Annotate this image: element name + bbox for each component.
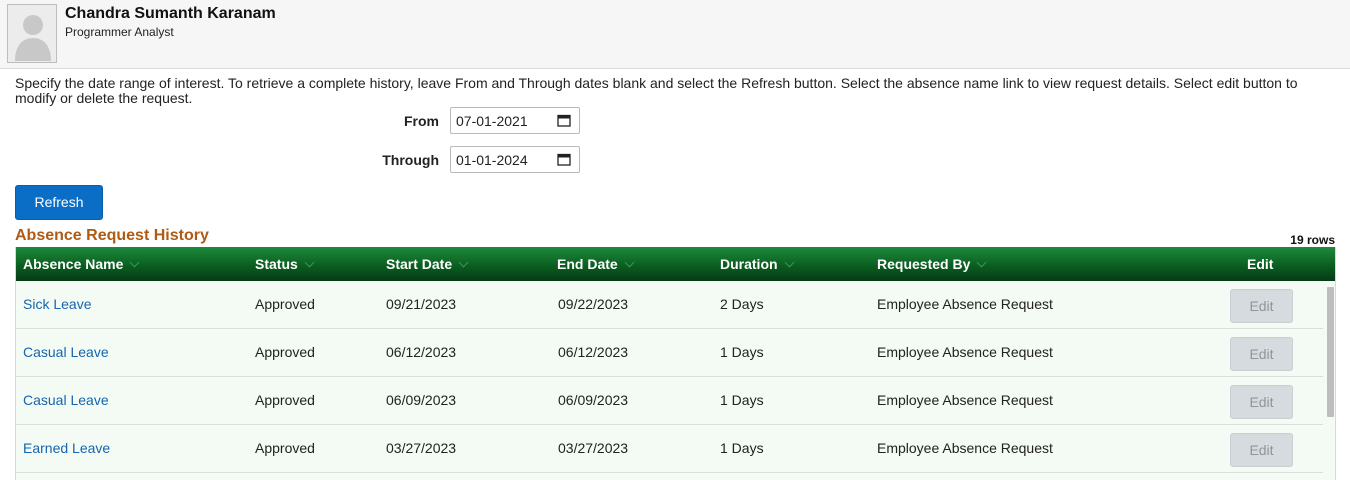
status-cell: Approved bbox=[255, 296, 315, 312]
absence-name-link[interactable]: Casual Leave bbox=[23, 344, 109, 360]
avatar bbox=[7, 4, 57, 63]
from-date-input[interactable]: 07-01-2021 bbox=[450, 107, 580, 134]
employee-job-title: Programmer Analyst bbox=[65, 25, 174, 39]
start-date-cell: 09/21/2023 bbox=[386, 296, 457, 312]
from-date-value: 07-01-2021 bbox=[456, 113, 528, 129]
sort-chevron-icon bbox=[458, 257, 469, 268]
column-header-duration[interactable]: Duration bbox=[720, 256, 795, 272]
refresh-button[interactable]: Refresh bbox=[15, 185, 103, 220]
end-date-cell: 06/09/2023 bbox=[558, 392, 629, 408]
sort-chevron-icon bbox=[624, 257, 635, 268]
requested-by-cell: Employee Absence Request bbox=[877, 296, 1053, 312]
sort-chevron-icon bbox=[976, 257, 987, 268]
status-cell: Approved bbox=[255, 440, 315, 456]
edit-button[interactable]: Edit bbox=[1230, 337, 1293, 371]
absence-history-grid: Absence Name Status Start Date End Date … bbox=[15, 247, 1336, 480]
through-label: Through bbox=[382, 152, 439, 168]
column-header-end-date[interactable]: End Date bbox=[557, 256, 635, 272]
edit-button[interactable]: Edit bbox=[1230, 433, 1293, 467]
duration-cell: 1 Days bbox=[720, 440, 764, 456]
section-title: Absence Request History bbox=[15, 227, 209, 244]
column-header-edit: Edit bbox=[1247, 256, 1274, 272]
employee-header: Chandra Sumanth Karanam Programmer Analy… bbox=[0, 0, 1350, 69]
requested-by-cell: Employee Absence Request bbox=[877, 440, 1053, 456]
start-date-cell: 06/12/2023 bbox=[386, 344, 457, 360]
status-cell: Approved bbox=[255, 344, 315, 360]
person-icon bbox=[15, 15, 51, 61]
end-date-cell: 09/22/2023 bbox=[558, 296, 629, 312]
duration-cell: 1 Days bbox=[720, 392, 764, 408]
employee-name: Chandra Sumanth Karanam bbox=[65, 5, 276, 22]
column-header-absence-name[interactable]: Absence Name bbox=[23, 256, 140, 272]
status-cell: Approved bbox=[255, 392, 315, 408]
table-row: Casual Leave Approved 06/12/2023 06/12/2… bbox=[16, 329, 1323, 377]
sort-chevron-icon bbox=[129, 257, 140, 268]
through-date-value: 01-01-2024 bbox=[456, 152, 528, 168]
sort-chevron-icon bbox=[784, 257, 795, 268]
row-count: 19 rows bbox=[1290, 233, 1335, 247]
table-row: Sick Leave Approved 09/21/2023 09/22/202… bbox=[16, 281, 1323, 329]
grid-body: Sick Leave Approved 09/21/2023 09/22/202… bbox=[16, 281, 1323, 480]
end-date-cell: 03/27/2023 bbox=[558, 440, 629, 456]
column-header-requested-by[interactable]: Requested By bbox=[877, 256, 987, 272]
sort-chevron-icon bbox=[304, 257, 315, 268]
absence-name-link[interactable]: Earned Leave bbox=[23, 440, 110, 456]
calendar-icon[interactable] bbox=[557, 153, 571, 166]
grid-header: Absence Name Status Start Date End Date … bbox=[16, 247, 1335, 281]
start-date-cell: 03/27/2023 bbox=[386, 440, 457, 456]
instructions-text: Specify the date range of interest. To r… bbox=[15, 75, 1298, 106]
end-date-cell: 06/12/2023 bbox=[558, 344, 629, 360]
duration-cell: 2 Days bbox=[720, 296, 764, 312]
absence-name-link[interactable]: Casual Leave bbox=[23, 392, 109, 408]
absence-name-link[interactable]: Sick Leave bbox=[23, 296, 91, 312]
edit-button[interactable]: Edit bbox=[1230, 289, 1293, 323]
table-row: Casual Leave Approved 06/09/2023 06/09/2… bbox=[16, 377, 1323, 425]
table-row: Earned Leave Approved 03/27/2023 03/27/2… bbox=[16, 425, 1323, 473]
vertical-scrollbar[interactable] bbox=[1323, 281, 1335, 480]
calendar-icon[interactable] bbox=[557, 114, 571, 127]
through-date-input[interactable]: 01-01-2024 bbox=[450, 146, 580, 173]
duration-cell: 1 Days bbox=[720, 344, 764, 360]
from-label: From bbox=[404, 113, 439, 129]
edit-button[interactable]: Edit bbox=[1230, 385, 1293, 419]
column-header-status[interactable]: Status bbox=[255, 256, 315, 272]
start-date-cell: 06/09/2023 bbox=[386, 392, 457, 408]
requested-by-cell: Employee Absence Request bbox=[877, 392, 1053, 408]
requested-by-cell: Employee Absence Request bbox=[877, 344, 1053, 360]
scrollbar-thumb[interactable] bbox=[1327, 287, 1334, 417]
column-header-start-date[interactable]: Start Date bbox=[386, 256, 469, 272]
